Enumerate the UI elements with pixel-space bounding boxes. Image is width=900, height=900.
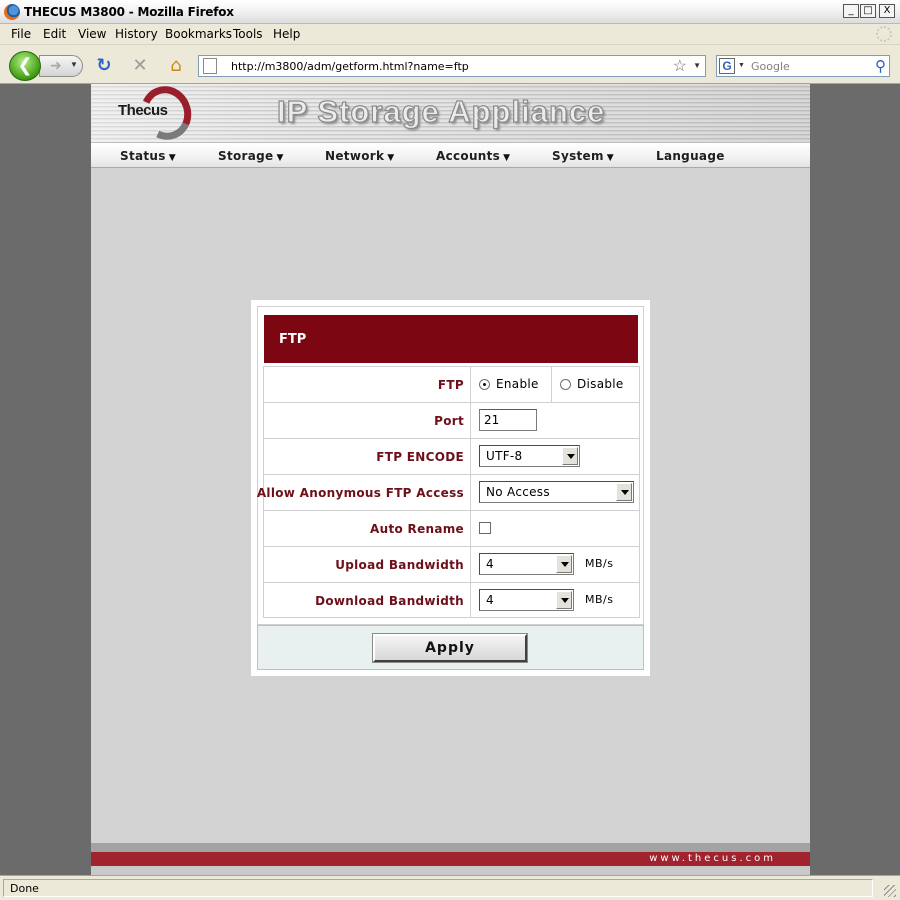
download-bandwidth-label: Download Bandwidth xyxy=(315,594,464,608)
anonymous-access-label: Allow Anonymous FTP Access xyxy=(256,486,464,500)
window-titlebar: THECUS M3800 - Mozilla Firefox _ □ X xyxy=(0,0,900,24)
stop-icon[interactable]: ✕ xyxy=(129,55,151,77)
back-arrow-icon: ❮ xyxy=(17,55,33,76)
nav-system[interactable]: System ▼ xyxy=(552,149,614,163)
apply-area: Apply xyxy=(257,625,644,670)
menu-bar: File Edit View History Bookmarks Tools H… xyxy=(0,24,900,45)
ftp-row: FTP Enable Disable xyxy=(263,366,640,402)
auto-rename-label: Auto Rename xyxy=(370,522,464,536)
forward-arrow-icon: ➜ xyxy=(50,58,62,74)
throbber-icon xyxy=(876,26,892,42)
url-text[interactable]: http://m3800/adm/getform.html?name=ftp xyxy=(231,60,469,73)
auto-rename-checkbox[interactable] xyxy=(479,522,491,534)
ftp-label: FTP xyxy=(437,378,464,392)
chevron-down-icon: ▼ xyxy=(276,153,284,163)
ftp-encode-row: FTP ENCODE UTF-8 xyxy=(263,438,640,474)
url-dropdown-icon[interactable]: ▼ xyxy=(693,61,701,70)
menu-history[interactable]: History xyxy=(115,27,158,41)
upload-unit: MB/s xyxy=(585,557,614,570)
menu-edit[interactable]: Edit xyxy=(43,27,66,41)
nav-status[interactable]: Status ▼ xyxy=(120,149,176,163)
menu-bookmarks[interactable]: Bookmarks xyxy=(165,27,232,41)
navigation-toolbar: ➜ ▼ ❮ ↻ ✕ ⌂ http://m3800/adm/getform.htm… xyxy=(0,45,900,84)
ftp-panel-header: FTP xyxy=(264,315,638,363)
status-cell: Done xyxy=(3,879,873,897)
menu-help[interactable]: Help xyxy=(273,27,300,41)
forward-button[interactable]: ➜ ▼ xyxy=(39,55,83,77)
download-bandwidth-select[interactable]: 4 xyxy=(479,589,574,611)
menu-tools[interactable]: Tools xyxy=(233,27,263,41)
anonymous-access-select[interactable]: No Access xyxy=(479,481,634,503)
minimize-button[interactable]: _ xyxy=(843,4,859,18)
site-footer: www.thecus.com xyxy=(91,852,810,866)
chevron-down-icon: ▼ xyxy=(387,153,395,163)
download-unit: MB/s xyxy=(585,593,614,606)
port-label: Port xyxy=(434,414,464,428)
reload-icon[interactable]: ↻ xyxy=(93,55,115,77)
status-bar: Done xyxy=(0,875,900,900)
site-navigation: Status ▼ Storage ▼ Network ▼ Accounts ▼ Syst… xyxy=(91,142,810,168)
upload-bandwidth-label: Upload Bandwidth xyxy=(335,558,464,572)
ftp-encode-select[interactable]: UTF-8 xyxy=(479,445,580,467)
ftp-panel: FTP FTP Enable Disable Port 21 FTP ENCOD… xyxy=(251,300,650,676)
menu-view[interactable]: View xyxy=(78,27,106,41)
footer-base xyxy=(91,866,810,875)
footer-url[interactable]: www.thecus.com xyxy=(649,853,776,864)
site-banner: Thecus IP Storage Appliance xyxy=(91,79,810,147)
browser-viewport: Thecus IP Storage Appliance Status ▼ Stor… xyxy=(0,79,900,875)
upload-bandwidth-select[interactable]: 4 xyxy=(479,553,574,575)
ftp-form-table: FTP FTP Enable Disable Port 21 FTP ENCOD… xyxy=(257,306,644,625)
history-dropdown-icon[interactable]: ▼ xyxy=(70,60,78,69)
port-row: Port 21 xyxy=(263,402,640,438)
chevron-down-icon: ▼ xyxy=(606,153,615,163)
dropdown-arrow-icon xyxy=(556,555,572,573)
apply-button[interactable]: Apply xyxy=(372,633,528,663)
ftp-panel-title: FTP xyxy=(279,332,307,347)
ftp-encode-label: FTP ENCODE xyxy=(376,450,464,464)
firefox-icon xyxy=(4,4,20,20)
download-bandwidth-row: Download Bandwidth 4 MB/s xyxy=(263,582,640,618)
footer-stripe xyxy=(91,843,810,852)
ftp-disable-label[interactable]: Disable xyxy=(577,377,624,391)
ftp-enable-label[interactable]: Enable xyxy=(496,377,539,391)
chevron-down-icon: ▼ xyxy=(503,153,511,163)
search-icon[interactable]: ⚲ xyxy=(875,57,886,75)
nav-language[interactable]: Language xyxy=(656,149,725,163)
status-text: Done xyxy=(10,882,39,895)
anonymous-access-row: Allow Anonymous FTP Access No Access xyxy=(257,474,640,510)
bookmark-star-icon[interactable]: ☆ xyxy=(673,56,687,76)
dropdown-arrow-icon xyxy=(556,591,572,609)
thecus-logo: Thecus xyxy=(118,102,168,119)
nas-admin-page: Thecus IP Storage Appliance Status ▼ Stor… xyxy=(91,79,810,875)
close-button[interactable]: X xyxy=(879,4,895,18)
nav-storage[interactable]: Storage ▼ xyxy=(218,149,284,163)
nav-accounts[interactable]: Accounts ▼ xyxy=(436,149,510,163)
window-title: THECUS M3800 - Mozilla Firefox xyxy=(24,5,234,19)
resize-grip-icon[interactable] xyxy=(884,885,896,897)
search-bar[interactable]: G ▼ Google ⚲ xyxy=(716,55,890,77)
ftp-enable-radio[interactable] xyxy=(479,379,490,390)
banner-title: IP Storage Appliance xyxy=(276,93,606,129)
menu-file[interactable]: File xyxy=(11,27,31,41)
dropdown-arrow-icon xyxy=(562,447,578,465)
home-icon[interactable]: ⌂ xyxy=(165,55,187,77)
back-button[interactable]: ❮ xyxy=(9,51,41,81)
nav-network[interactable]: Network ▼ xyxy=(325,149,394,163)
google-engine-icon[interactable]: G xyxy=(719,58,735,74)
ftp-disable-radio[interactable] xyxy=(560,379,571,390)
port-input[interactable]: 21 xyxy=(479,409,537,431)
url-bar[interactable]: http://m3800/adm/getform.html?name=ftp ☆… xyxy=(198,55,706,77)
chevron-down-icon: ▼ xyxy=(168,153,176,163)
search-input[interactable]: Google xyxy=(751,60,790,73)
page-icon xyxy=(203,58,217,74)
dropdown-arrow-icon xyxy=(616,483,632,501)
engine-dropdown-icon[interactable]: ▼ xyxy=(738,62,745,69)
maximize-button[interactable]: □ xyxy=(860,4,876,18)
auto-rename-row: Auto Rename xyxy=(263,510,640,546)
upload-bandwidth-row: Upload Bandwidth 4 MB/s xyxy=(263,546,640,582)
